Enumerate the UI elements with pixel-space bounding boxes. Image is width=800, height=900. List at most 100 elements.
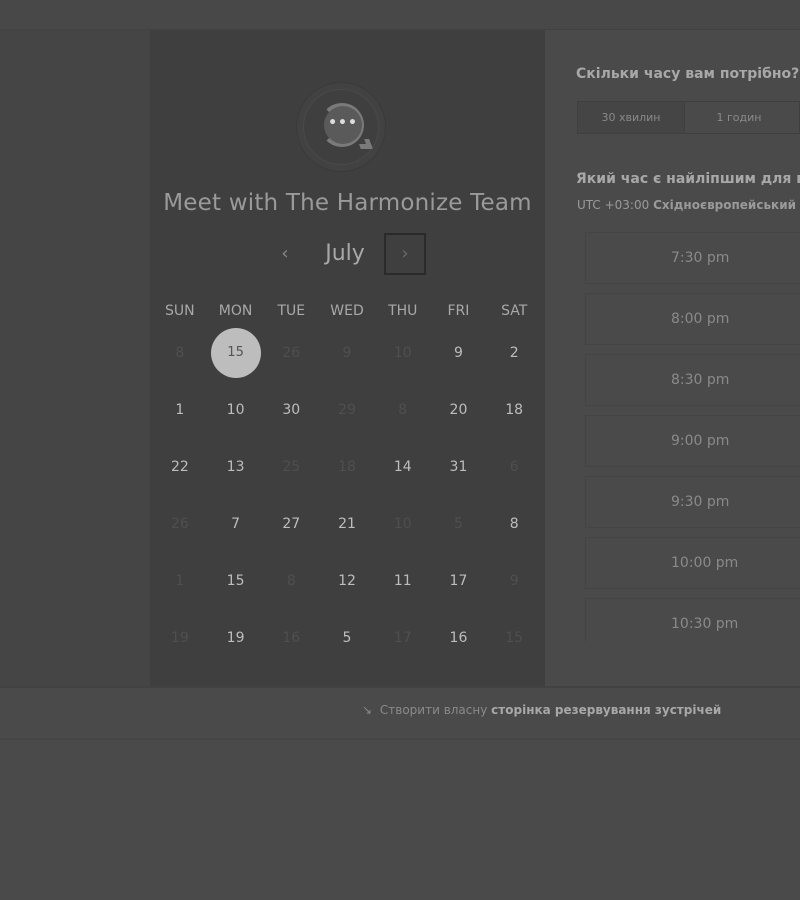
month-label: July [325,241,365,266]
time-slot[interactable]: 9:00 pm [585,415,800,467]
create-booking-page-link[interactable]: ↘ Створити власну сторінка резервування … [362,703,721,717]
calendar-day-number: 31 [449,458,468,475]
calendar-day[interactable]: 15 [208,552,264,609]
weekday-label: SUN [165,303,195,319]
calendar-day-number: 27 [282,515,301,532]
calendar-day[interactable]: 2 [486,324,542,381]
calendar-day: 9 [319,324,375,381]
calendar-day-number: 8 [509,515,519,532]
calendar-day: 29 [319,381,375,438]
calendar-day-number: 10 [393,344,412,361]
calendar-day: 15 [486,609,542,666]
weekday-label: FRI [447,303,470,319]
calendar-week: 19 19 16 5 17 16 15 [152,609,542,666]
calendar-day[interactable]: 22 [152,438,208,495]
calendar-day-number: 20 [449,401,468,418]
calendar-day-number: 16 [449,629,468,646]
logo: ••• [303,89,379,165]
weekday-label: THU [388,303,418,319]
calendar-day[interactable]: 8 [486,495,542,552]
calendar-day-number: 17 [393,629,412,646]
calendar-day[interactable]: 14 [375,438,431,495]
calendar-day-number: 12 [338,572,356,589]
duration-30-min[interactable]: 30 хвилин [578,102,685,133]
calendar-day[interactable]: 1 [152,381,208,438]
time-slot[interactable]: 7:30 pm [585,232,800,284]
calendar-day-number: 22 [170,458,189,475]
calendar-day: 25 [263,438,319,495]
calendar-day[interactable]: 27 [263,495,319,552]
calendar-day-number: 2 [509,344,519,361]
time-slot[interactable]: 10:00 pm [585,537,800,589]
timezone-selector[interactable]: UTC +03:00 Східноєвропейський час [577,198,800,212]
calendar-day[interactable]: 30 [263,381,319,438]
weekday-header: SUN MON TUE WED THU FRI SAT [152,298,542,324]
calendar-week: 1 10 30 29 8 20 18 [152,381,542,438]
time-slot[interactable]: 9:30 pm [585,476,800,528]
duration-1-hour[interactable]: 1 годин [685,102,793,133]
calendar-day-number: 10 [393,515,412,532]
calendar-day-number: 30 [282,401,301,418]
next-month-button[interactable]: › [384,233,426,275]
calendar-day-number: 25 [282,458,301,475]
calendar-day-number: 16 [282,629,301,646]
calendar-day[interactable]: 5 [319,609,375,666]
calendar-day: 8 [263,552,319,609]
calendar-day: 16 [263,609,319,666]
time-slot[interactable]: 8:00 pm [585,293,800,345]
calendar-day[interactable]: 20 [431,381,487,438]
calendar-day[interactable]: 16 [431,609,487,666]
calendar-day-number: 19 [170,629,189,646]
calendar-day-number: 26 [282,344,301,361]
calendar-weeks: 8 15 26 9 10 9 2 1 10 30 29 8 20 18 22 13 25 18 14 31 6 26 7 27… [152,324,542,666]
calendar-day[interactable]: 31 [431,438,487,495]
calendar-day-number: 1 [175,572,185,589]
calendar-day[interactable]: 13 [208,438,264,495]
calendar-day-number: 9 [453,344,463,361]
prev-month-button[interactable]: ‹ [272,237,298,271]
calendar-day-number: 5 [342,629,352,646]
calendar-day[interactable]: 17 [431,552,487,609]
calendar-day-number: 8 [398,401,408,418]
time-slot[interactable]: 8:30 pm [585,354,800,406]
calendar-day: 8 [375,381,431,438]
calendar-day-number: 18 [505,401,524,418]
calendar-day: 6 [486,438,542,495]
time-slot-list: 7:30 pm 8:00 pm 8:30 pm 9:00 pm 9:30 pm 10:00… [585,232,800,642]
calendar-day-number: 14 [393,458,412,475]
calendar-week: 1 15 8 12 11 17 9 [152,552,542,609]
calendar-day-number: 15 [505,629,524,646]
time-slot[interactable]: 10:30 pm [585,598,800,642]
top-bar [0,0,800,30]
page-title: Meet with The Harmonize Team [163,190,532,216]
weekday-label: MON [218,303,253,319]
calendar-day[interactable]: 19 [208,609,264,666]
calendar-day-number: 17 [449,572,468,589]
calendar-day: 17 [375,609,431,666]
duration-selector: 30 хвилин 1 годин [577,101,800,134]
calendar-day[interactable]: 9 [431,324,487,381]
calendar-grid: SUN MON TUE WED THU FRI SAT 8 15 26 9 10 9 2 1 10 30 29 8… [152,298,542,666]
calendar-day-number: 21 [338,515,356,532]
calendar-day[interactable]: 11 [375,552,431,609]
calendar-day: 19 [152,609,208,666]
calendar-day-number: 15 [226,572,245,589]
footer-link-text: сторінка резервування зустрічей [491,703,722,717]
calendar-day-number: 13 [226,458,245,475]
weekday-label: TUE [277,303,306,319]
calendar-day[interactable]: 12 [319,552,375,609]
calendar-day-selected[interactable]: 15 [208,324,264,381]
calendar-week: 26 7 27 21 10 5 8 [152,495,542,552]
footer-text: Створити власну [379,703,488,717]
calendar-day[interactable]: 21 [319,495,375,552]
calendar-day-number: 19 [226,629,245,646]
calendar-day-number: 18 [338,458,356,475]
calendar-day-number: 9 [509,572,519,589]
calendar-day[interactable]: 7 [208,495,264,552]
month-navigation: ‹ July › [150,233,545,275]
calendar-day[interactable]: 18 [486,381,542,438]
calendar-day[interactable]: 10 [208,381,264,438]
calendar-day: 18 [319,438,375,495]
calendar-day-number: 5 [453,515,463,532]
duration-heading: Скільки часу вам потрібно? [576,66,800,82]
